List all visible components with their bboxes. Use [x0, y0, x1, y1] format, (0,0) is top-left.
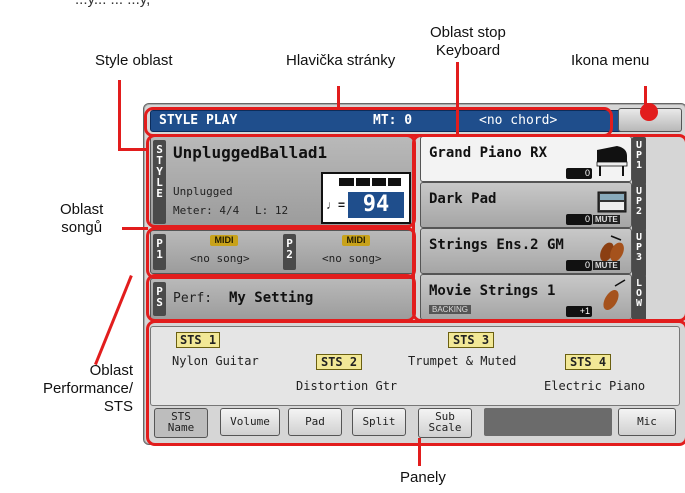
keyboard-area-caption: Oblast stop Keyboard [430, 24, 506, 59]
style-area-leader-h [118, 148, 148, 151]
keyboard-area-highlight [412, 134, 685, 322]
song-area-highlight [146, 227, 416, 279]
partial-top-caption: ...y... ... ...y, [75, 0, 150, 9]
page-header-highlight [144, 107, 613, 137]
menu-icon-highlight [640, 103, 658, 121]
keyboard-area-leader [456, 62, 459, 136]
performance-area-highlight [146, 274, 416, 322]
style-area-leader-v [118, 80, 121, 150]
song-area-leader [122, 227, 148, 230]
performance-area-leader [94, 275, 133, 366]
menu-icon-caption: Ikona menu [571, 52, 650, 69]
page-header-leader [337, 86, 340, 108]
style-area-caption: Style oblast [95, 52, 173, 69]
song-area-caption: Oblast songů [60, 201, 104, 236]
menu-icon-leader [644, 86, 647, 106]
performance-area-caption: Oblast Performance/ STS [42, 362, 133, 415]
style-area-highlight [146, 134, 416, 228]
panels-leader [418, 438, 421, 466]
page-header-caption: Hlavička stránky [286, 52, 396, 69]
panels-caption: Panely [400, 469, 446, 486]
panels-highlight [146, 320, 685, 446]
